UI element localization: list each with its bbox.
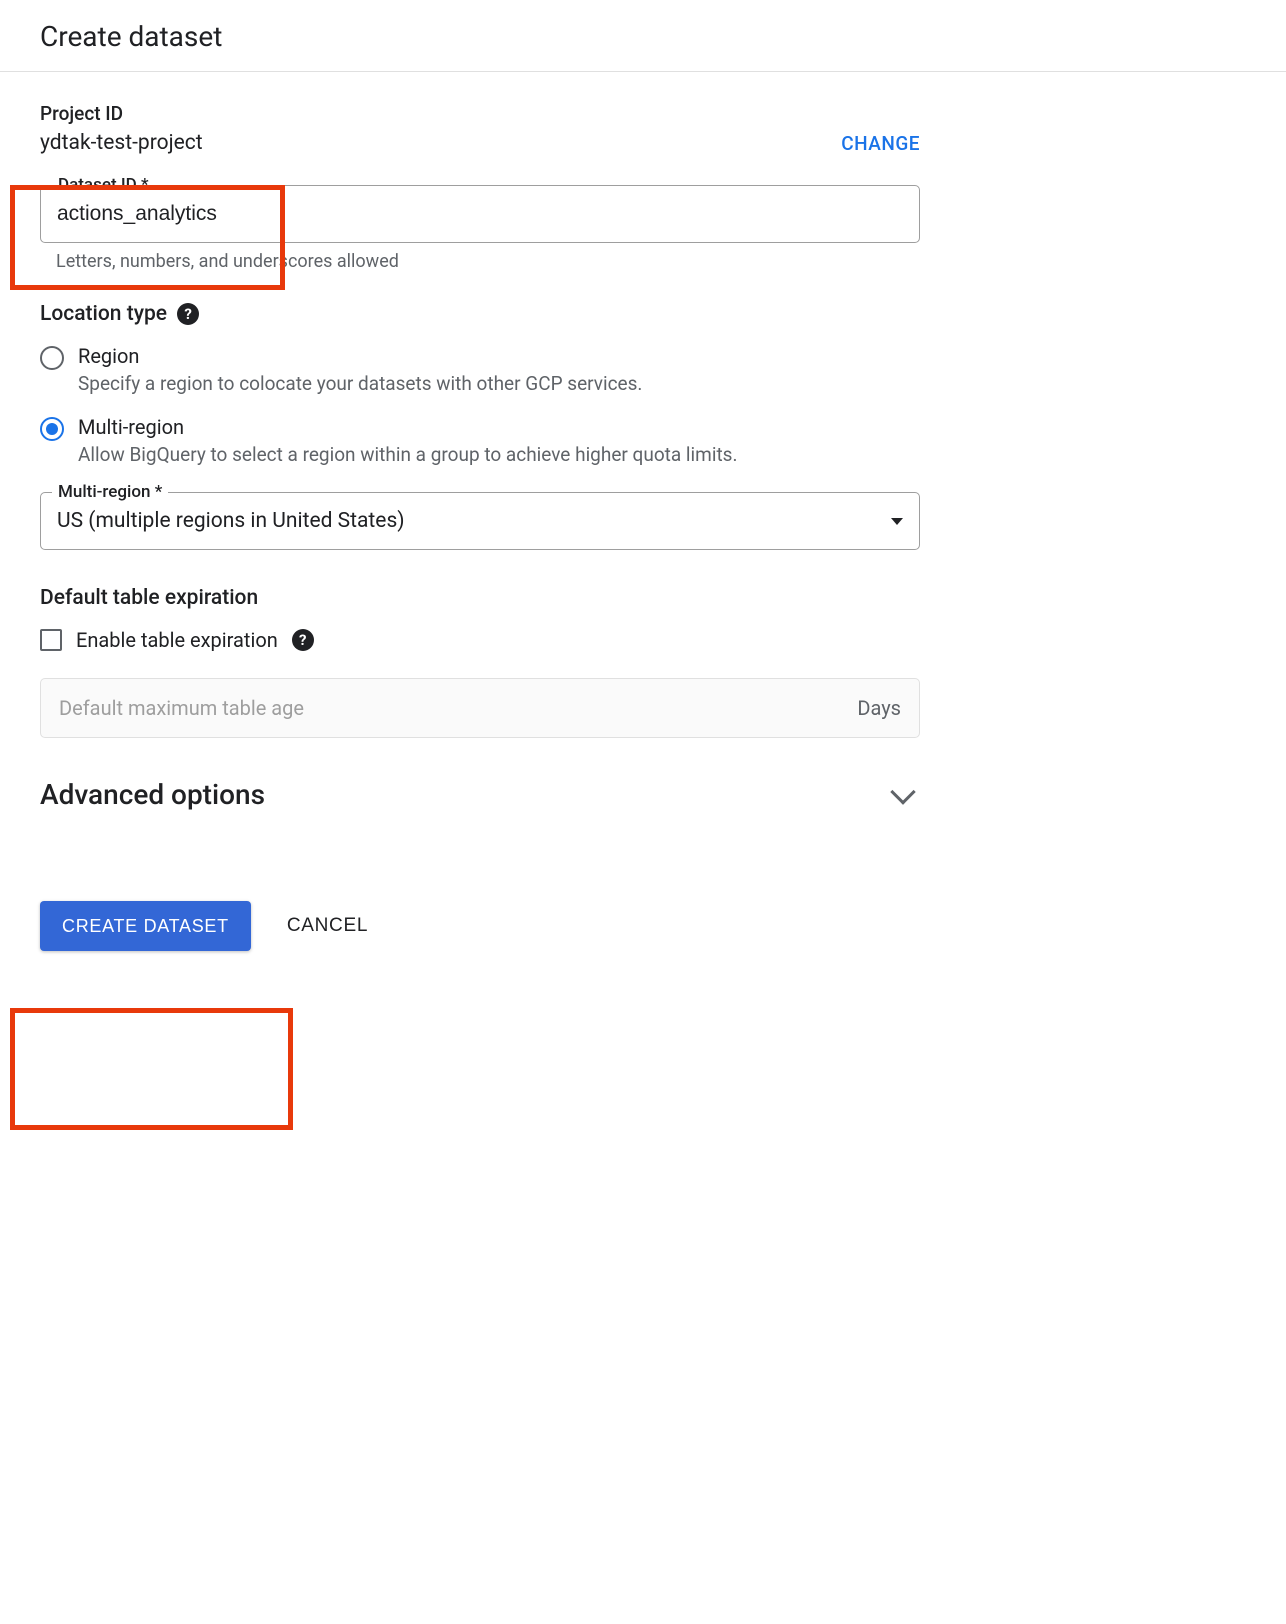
radio-title: Region: [78, 344, 920, 368]
multi-region-field: Multi-region * US (multiple regions in U…: [40, 492, 920, 550]
chevron-down-icon: [890, 779, 915, 804]
create-dataset-button[interactable]: CREATE DATASET: [40, 901, 251, 951]
help-icon[interactable]: ?: [177, 303, 199, 325]
dropdown-arrow-icon: [891, 518, 903, 525]
dataset-id-helper: Letters, numbers, and underscores allowe…: [56, 251, 920, 272]
multi-region-select[interactable]: US (multiple regions in United States): [40, 492, 920, 550]
project-id-label: Project ID: [40, 102, 920, 125]
help-icon[interactable]: ?: [292, 629, 314, 651]
location-type-radio-group: Region Specify a region to colocate your…: [40, 344, 920, 466]
max-table-age-placeholder: Default maximum table age: [59, 696, 304, 720]
multi-region-label: Multi-region *: [52, 482, 168, 502]
multi-region-value: US (multiple regions in United States): [57, 509, 405, 533]
dataset-id-field: Dataset ID *: [40, 185, 920, 243]
radio-title: Multi-region: [78, 415, 920, 439]
table-expiration-label: Default table expiration: [40, 586, 258, 610]
max-table-age-input: Default maximum table age Days: [40, 678, 920, 738]
cancel-button[interactable]: CANCEL: [287, 915, 368, 937]
advanced-options-toggle[interactable]: Advanced options: [40, 778, 920, 811]
days-suffix: Days: [857, 696, 901, 720]
page-title: Create dataset: [0, 0, 1286, 71]
radio-desc: Allow BigQuery to select a region within…: [78, 443, 920, 466]
radio-desc: Specify a region to colocate your datase…: [78, 372, 920, 395]
dataset-id-label: Dataset ID *: [52, 175, 155, 195]
radio-option-multi-region[interactable]: Multi-region Allow BigQuery to select a …: [40, 415, 920, 466]
enable-expiration-checkbox-row[interactable]: Enable table expiration ?: [40, 628, 920, 652]
radio-icon: [40, 417, 64, 441]
change-project-link[interactable]: CHANGE: [841, 132, 920, 155]
location-type-label: Location type: [40, 302, 167, 326]
table-expiration-heading: Default table expiration: [40, 586, 920, 610]
location-type-heading: Location type ?: [40, 302, 920, 326]
annotation-highlight-create-button: [10, 1008, 293, 1130]
dataset-id-input[interactable]: [40, 185, 920, 243]
project-id-value: ydtak-test-project: [40, 131, 203, 155]
enable-expiration-label: Enable table expiration: [76, 628, 278, 652]
advanced-options-label: Advanced options: [40, 778, 265, 811]
radio-icon: [40, 346, 64, 370]
radio-option-region[interactable]: Region Specify a region to colocate your…: [40, 344, 920, 395]
project-id-section: Project ID ydtak-test-project CHANGE: [40, 102, 920, 155]
checkbox-icon: [40, 629, 62, 651]
button-row: CREATE DATASET CANCEL: [40, 901, 920, 951]
